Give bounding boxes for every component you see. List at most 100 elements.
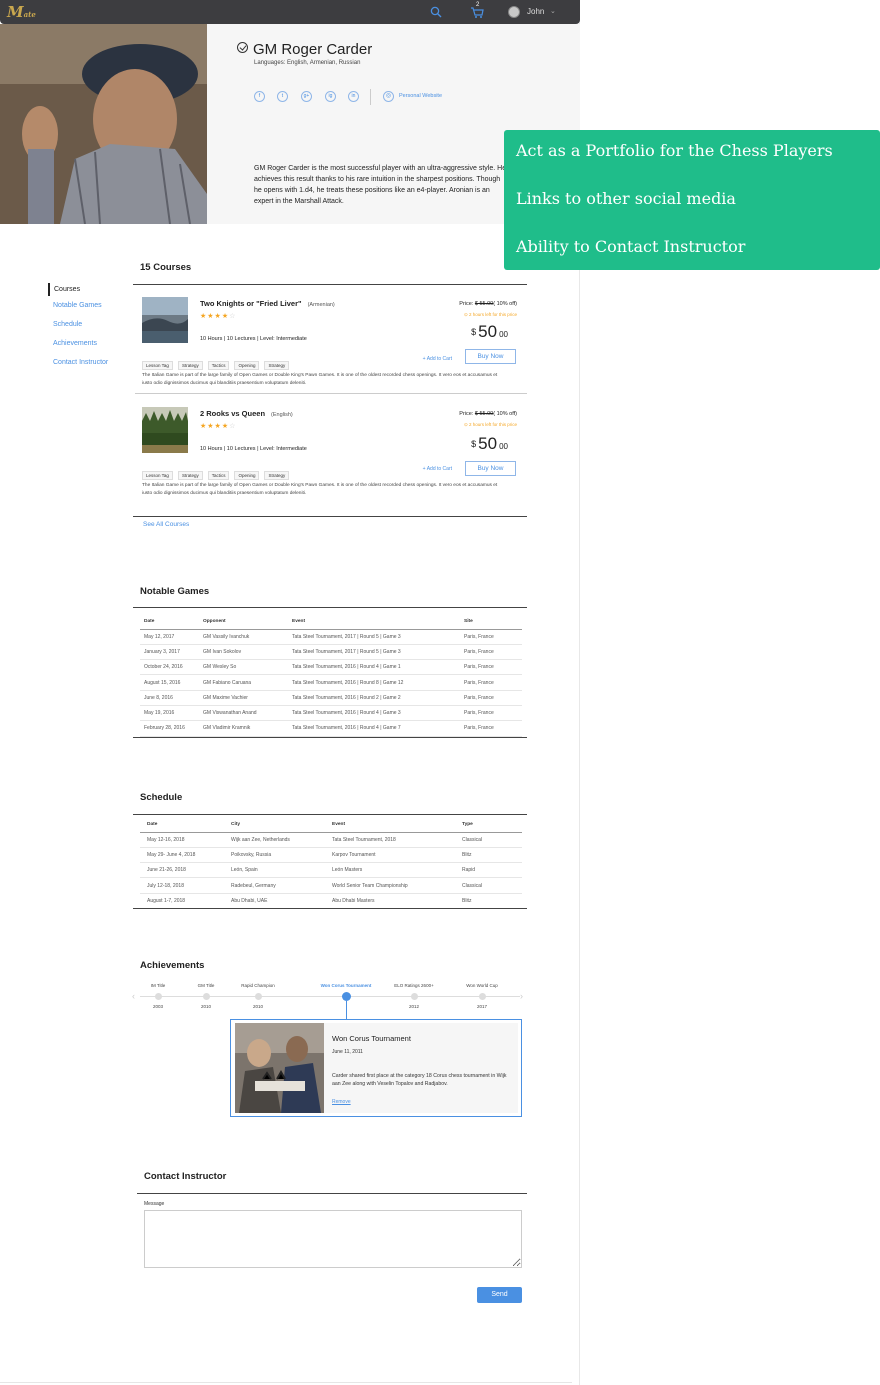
course-title[interactable]: Two Knights or "Fried Liver" (Armenian) (200, 299, 335, 308)
table-cell: Blitz (462, 893, 522, 909)
timeline-year: 2010 (200, 1004, 212, 1009)
table-row: August 15, 2016 GM Fabiano Caruana Tata St… (140, 674, 522, 691)
annotation-line: Act as a Portfolio for the Chess Players (516, 141, 833, 160)
search-icon[interactable] (430, 6, 442, 18)
timeline-label[interactable]: ELO Ratings 2600+ (394, 983, 433, 988)
twitter-icon[interactable]: t (277, 91, 288, 102)
google-plus-icon[interactable]: g+ (301, 91, 312, 102)
table-row: July 12-18, 2018 Radebeul, Germany World S… (140, 877, 522, 894)
course-tag[interactable]: Opening (234, 471, 260, 480)
table-header-row: Date City Event Type (140, 818, 522, 833)
table-cell: GM Fabiano Caruana (203, 674, 292, 691)
course-tag[interactable]: Lesson Tag (142, 471, 173, 480)
table-cell: GM Maxime Vachier (203, 690, 292, 706)
course-thumbnail[interactable] (142, 297, 188, 343)
price-row: Price: $ 55.00( 10% off) (459, 411, 517, 417)
timeline-label[interactable]: GM Title (198, 983, 215, 988)
globe-icon[interactable]: ◎ (383, 91, 394, 102)
personal-website-link[interactable]: Personal Website (399, 93, 442, 99)
course-tag[interactable]: Lesson Tag (142, 361, 173, 370)
column-header: Opponent (203, 615, 292, 630)
table-row: May 12, 2017 GM Vassily Ivanchuk Tata Stee… (140, 629, 522, 645)
table-cell: León Masters (332, 862, 462, 879)
send-button[interactable]: Send (477, 1287, 522, 1303)
site-logo[interactable]: Mate (7, 3, 36, 21)
user-name[interactable]: John (527, 7, 544, 16)
timeline-year: 2010 (252, 1004, 264, 1009)
schedule-heading: Schedule (140, 792, 183, 803)
chevron-down-icon[interactable]: ⌄ (550, 7, 556, 15)
player-name: GM Roger Carder (253, 41, 373, 58)
see-all-courses-link[interactable]: See All Courses (143, 521, 189, 528)
timeline-track (140, 996, 520, 997)
table-cell: Karpov Tournament (332, 847, 462, 864)
timeline-label[interactable]: Won World Cup (466, 983, 498, 988)
timeline-prev-arrow[interactable]: ‹ (132, 991, 135, 1001)
table-cell: Paris, France (464, 690, 522, 706)
buy-now-button[interactable]: Buy Now (465, 349, 516, 364)
table-cell: Blitz (462, 847, 522, 864)
table-header-row: Date Opponent Event Site (140, 615, 522, 630)
message-label: Message (144, 1201, 165, 1207)
sidenav-item-schedule[interactable]: Schedule (48, 321, 108, 340)
timeline-node[interactable] (411, 993, 418, 1000)
course-tag[interactable]: Tactics (207, 471, 230, 480)
table-cell: GM Viswanathan Anand (203, 705, 292, 722)
table-row: February 28, 2016 GM Vladimir Kramnik Tata… (140, 720, 522, 737)
timeline-node[interactable] (342, 992, 351, 1001)
instagram-icon[interactable]: ig (325, 91, 336, 102)
annotation-line: Ability to Contact Instructor (516, 237, 746, 256)
course-meta: 10 Hours | 10 Lectures | Level: Intermed… (200, 446, 307, 452)
remove-achievement-link[interactable]: Remove (332, 1099, 351, 1105)
course-thumbnail[interactable] (142, 407, 188, 453)
sidenav-item-courses[interactable]: Courses (48, 283, 108, 296)
sidenav-item-achievements[interactable]: Achievements (48, 340, 108, 359)
table-cell: August 15, 2016 (140, 674, 203, 691)
table-cell: Abu Dhabi Masters (332, 893, 462, 909)
column-header: Date (140, 818, 231, 833)
table-cell: July 12-18, 2018 (140, 877, 231, 894)
table-cell: August 1-7, 2018 (140, 893, 231, 909)
course-tag[interactable]: Tactics (207, 361, 230, 370)
buy-now-button[interactable]: Buy Now (465, 461, 516, 476)
social-divider (370, 89, 371, 105)
course-card: Two Knights or "Fried Liver" (Armenian) ★… (135, 284, 527, 394)
timeline-node[interactable] (479, 993, 486, 1000)
table-cell: Classical (462, 877, 522, 894)
games-end-rule (133, 737, 527, 738)
games-rule (133, 607, 527, 608)
timeline-label[interactable]: Rapid Champion (241, 983, 275, 988)
add-to-cart-link[interactable]: + Add to Cart (423, 356, 452, 362)
achievement-description: Carder shared first place at the categor… (332, 1073, 507, 1087)
user-avatar[interactable] (508, 6, 520, 18)
timeline-node[interactable] (155, 993, 162, 1000)
facebook-icon[interactable]: f (254, 91, 265, 102)
course-tag[interactable]: Strategy (177, 361, 203, 370)
course-tag[interactable]: Strategy (264, 361, 290, 370)
course-tag[interactable]: Strategy (177, 471, 203, 480)
timeline-next-arrow[interactable]: › (520, 991, 523, 1001)
annotation-line: Links to other social media (516, 189, 736, 208)
timeline-node[interactable] (255, 993, 262, 1000)
timeline-year: 2017 (476, 1004, 488, 1009)
sidenav-item-contact[interactable]: Contact Instructor (48, 359, 108, 378)
course-tag[interactable]: Opening (234, 361, 260, 370)
timeline-label[interactable]: IM Title (151, 983, 166, 988)
course-title[interactable]: 2 Rooks vs Queen (English) (200, 409, 293, 418)
achievements-heading: Achievements (140, 960, 205, 971)
add-to-cart-link[interactable]: + Add to Cart (423, 466, 452, 472)
table-cell: May 12, 2017 (140, 629, 203, 645)
linkedin-icon[interactable]: in (348, 91, 359, 102)
course-tag[interactable]: Strategy (264, 471, 290, 480)
table-row: October 24, 2016 GM Wesley So Tata Steel T… (140, 659, 522, 676)
sidenav-item-notable-games[interactable]: Notable Games (48, 302, 108, 321)
achievement-date: June 11, 2011 (332, 1049, 363, 1055)
table-cell: Radebeul, Germany (231, 877, 332, 894)
timeline-label[interactable]: Won Corus Tournament (321, 983, 372, 988)
timeline-node[interactable] (203, 993, 210, 1000)
message-textarea[interactable] (144, 1210, 522, 1268)
course-card: 2 Rooks vs Queen (English) ★★★★☆ 10 Hours… (135, 394, 527, 516)
table-cell: June 21-26, 2018 (140, 862, 231, 879)
table-cell: Paris, France (464, 705, 522, 722)
table-row: January 3, 2017 GM Ivan Sokolov Tata Steel… (140, 644, 522, 661)
